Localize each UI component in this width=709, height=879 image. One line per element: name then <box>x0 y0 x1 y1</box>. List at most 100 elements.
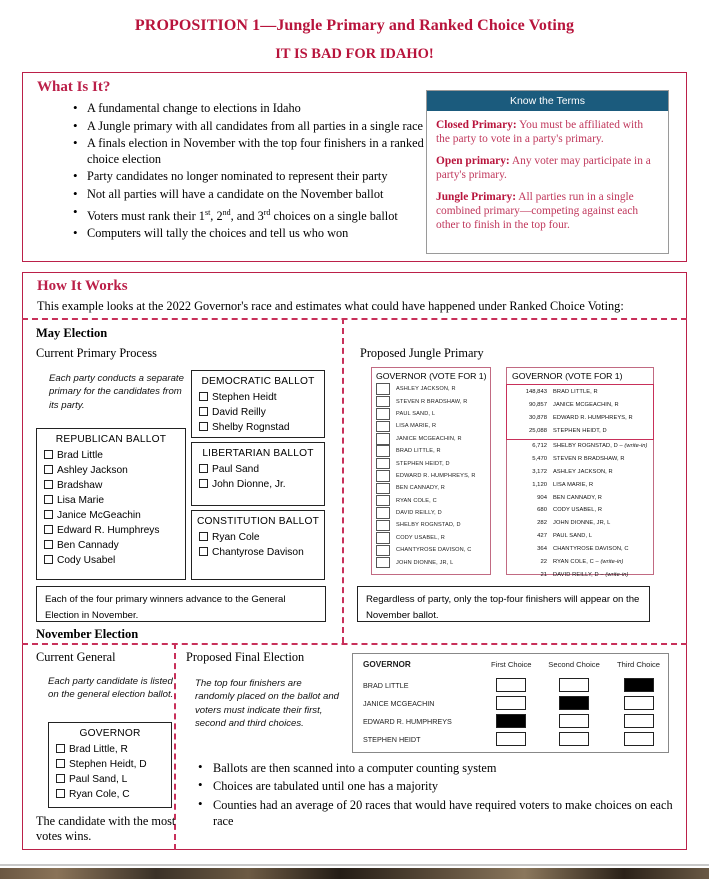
jungle-ballot-option[interactable]: STEVEN R BRADSHAW, R <box>372 395 490 408</box>
checkbox-icon[interactable] <box>199 547 208 556</box>
ballot-option[interactable]: Ashley Jackson <box>44 463 185 478</box>
filled-oval-icon[interactable] <box>623 678 654 692</box>
checkbox-icon[interactable] <box>56 789 65 798</box>
rcv-cell[interactable] <box>483 676 539 694</box>
jungle-ballot-option[interactable]: CODY USABEL, R <box>372 532 490 544</box>
empty-oval-icon[interactable] <box>623 714 654 728</box>
checkbox-icon[interactable] <box>376 494 390 507</box>
empty-oval-icon[interactable] <box>559 678 590 692</box>
checkbox-icon[interactable] <box>376 556 390 569</box>
checkbox-icon[interactable] <box>44 480 53 489</box>
checkbox-icon[interactable] <box>376 408 390 420</box>
list-item: Computers will tally the choices and tel… <box>71 225 434 242</box>
jungle-ballot-option[interactable]: DAVID REILLY, D <box>372 507 490 519</box>
rcv-cell[interactable] <box>609 712 668 730</box>
checkbox-icon[interactable] <box>376 433 390 445</box>
checkbox-icon[interactable] <box>44 540 53 549</box>
checkbox-icon[interactable] <box>44 495 53 504</box>
checkbox-icon[interactable] <box>56 774 65 783</box>
checkbox-icon[interactable] <box>376 395 390 408</box>
checkbox-icon[interactable] <box>199 464 208 473</box>
checkbox-icon[interactable] <box>44 510 53 519</box>
ballot-option[interactable]: Stephen Heidt, D <box>56 757 171 772</box>
rcv-cell[interactable] <box>539 730 609 748</box>
checkbox-icon[interactable] <box>376 445 390 457</box>
empty-oval-icon[interactable] <box>496 696 527 710</box>
ballot-option[interactable]: Janice McGeachin <box>44 508 185 523</box>
ballot-option[interactable]: Ryan Cole <box>199 530 324 545</box>
checkbox-icon[interactable] <box>376 532 390 544</box>
checkbox-icon[interactable] <box>376 482 390 495</box>
jungle-ballot-option[interactable]: STEPHEN HEIDT, D <box>372 457 490 470</box>
ballot-option[interactable]: Ben Cannady <box>44 538 185 553</box>
candidate-name: BEN CANNADY, R <box>396 485 445 492</box>
ballot-title: GOVERNOR <box>79 728 141 739</box>
proposed-final-election-head: Proposed Final Election <box>186 650 305 664</box>
rcv-cell[interactable] <box>539 712 609 730</box>
ballot-option[interactable]: Paul Sand <box>199 462 324 477</box>
rcv-cell[interactable] <box>483 730 539 748</box>
jungle-ballot-option[interactable]: RYAN COLE, C <box>372 494 490 507</box>
jungle-ballot-option[interactable]: PAUL SAND, L <box>372 408 490 420</box>
rcv-cell[interactable] <box>609 730 668 748</box>
empty-oval-icon[interactable] <box>559 714 590 728</box>
empty-oval-icon[interactable] <box>496 732 527 746</box>
candidate-name: BRAD LITTLE <box>363 680 409 690</box>
jungle-ballot-option[interactable]: CHANTYROSE DAVISON, C <box>372 544 490 557</box>
checkbox-icon[interactable] <box>376 544 390 557</box>
checkbox-icon[interactable] <box>376 507 390 519</box>
rcv-cell[interactable] <box>483 694 539 712</box>
checkbox-icon[interactable] <box>44 465 53 474</box>
jungle-ballot-option[interactable]: BEN CANNADY, R <box>372 482 490 495</box>
ballot-option[interactable]: Brad Little <box>44 448 185 463</box>
checkbox-icon[interactable] <box>44 525 53 534</box>
filled-oval-icon[interactable] <box>496 714 527 728</box>
checkbox-icon[interactable] <box>376 519 390 532</box>
empty-oval-icon[interactable] <box>623 732 654 746</box>
checkbox-icon[interactable] <box>56 759 65 768</box>
ballot-option[interactable]: Lisa Marie <box>44 493 185 508</box>
jungle-ballot-option[interactable]: LISA MARIE, R <box>372 420 490 433</box>
jungle-ballot-option[interactable]: EDWARD R. HUMPHREYS, R <box>372 470 490 482</box>
rcv-cell[interactable] <box>483 712 539 730</box>
ballot-option[interactable]: Brad Little, R <box>56 742 171 757</box>
checkbox-icon[interactable] <box>376 383 390 395</box>
ballot-option[interactable]: Edward R. Humphreys <box>44 523 185 538</box>
jungle-ballot-option[interactable]: SHELBY ROGNSTAD, D <box>372 519 490 532</box>
ballot-option[interactable]: Cody Usabel <box>44 553 185 568</box>
empty-oval-icon[interactable] <box>496 678 527 692</box>
empty-oval-icon[interactable] <box>623 696 654 710</box>
ballot-option[interactable]: Stephen Heidt <box>199 390 324 405</box>
vote-count: 3,172 <box>532 468 547 475</box>
ballot-option[interactable]: Bradshaw <box>44 478 185 493</box>
ballot-option[interactable]: Paul Sand, L <box>56 772 171 787</box>
jungle-ballot-option[interactable]: JANICE MCGEACHIN, R <box>372 433 490 445</box>
checkbox-icon[interactable] <box>376 420 390 433</box>
candidate-name: DAVID REILLY, D – (write-in) <box>553 571 629 578</box>
ballot-option[interactable]: John Dionne, Jr. <box>199 477 324 492</box>
ballot-option[interactable]: David Reilly <box>199 405 324 420</box>
ballot-option[interactable]: Chantyrose Davison <box>199 545 324 560</box>
jungle-ballot-option[interactable]: ASHLEY JACKSON, R <box>372 383 490 395</box>
rcv-cell[interactable] <box>609 676 668 694</box>
checkbox-icon[interactable] <box>199 479 208 488</box>
checkbox-icon[interactable] <box>376 470 390 482</box>
rcv-cell[interactable] <box>609 694 668 712</box>
checkbox-icon[interactable] <box>199 407 208 416</box>
empty-oval-icon[interactable] <box>559 732 590 746</box>
checkbox-icon[interactable] <box>44 555 53 564</box>
rcv-cell[interactable] <box>539 676 609 694</box>
how-it-works-intro: This example looks at the 2022 Governor'… <box>37 299 624 313</box>
checkbox-icon[interactable] <box>44 450 53 459</box>
jungle-ballot-option[interactable]: BRAD LITTLE, R <box>372 445 490 457</box>
jungle-ballot-option[interactable]: JOHN DIONNE, JR, L <box>372 556 490 569</box>
ballot-option[interactable]: Ryan Cole, C <box>56 787 171 802</box>
checkbox-icon[interactable] <box>376 457 390 470</box>
filled-oval-icon[interactable] <box>559 696 590 710</box>
ballot-option[interactable]: Shelby Rognstad <box>199 420 324 435</box>
checkbox-icon[interactable] <box>199 392 208 401</box>
checkbox-icon[interactable] <box>56 744 65 753</box>
checkbox-icon[interactable] <box>199 422 208 431</box>
checkbox-icon[interactable] <box>199 532 208 541</box>
rcv-cell[interactable] <box>539 694 609 712</box>
